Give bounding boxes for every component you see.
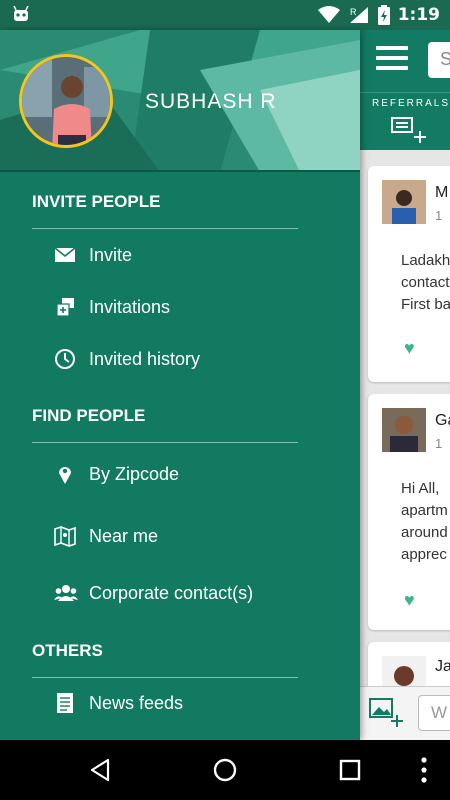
- location-pin-icon: [59, 467, 71, 484]
- avatar: [382, 408, 426, 452]
- search-input[interactable]: S: [428, 42, 450, 78]
- feed-post[interactable]: M 1 Ladakh contact First ba ♥: [368, 166, 450, 382]
- post-meta: 1: [435, 208, 443, 223]
- post-text: Hi All, apartm around apprec: [401, 480, 448, 563]
- hamburger-menu-icon[interactable]: [376, 46, 408, 74]
- menu-item-label: Invite: [89, 245, 133, 265]
- svg-text:R: R: [350, 7, 357, 17]
- menu-item-invited-history[interactable]: Invited history: [32, 338, 298, 382]
- section-title-invite-people: INVITE PEOPLE: [32, 192, 161, 211]
- referrals-label: REFERRALS: [372, 98, 450, 109]
- avatar[interactable]: [19, 54, 113, 148]
- back-icon[interactable]: [88, 758, 112, 782]
- battery-charging-icon: [377, 5, 390, 25]
- referrals-tab[interactable]: REFERRALS: [360, 92, 450, 150]
- clock-time: 1:19: [397, 5, 440, 25]
- navigation-drawer: SUBHASH R INVITE PEOPLE Invite Invitatio…: [0, 30, 360, 740]
- android-debug-icon: [13, 6, 29, 21]
- post-input[interactable]: W: [418, 695, 450, 731]
- section-divider: [32, 677, 298, 678]
- post-text: Ladakh contact First ba: [401, 252, 450, 313]
- heart-icon[interactable]: ♥: [404, 590, 415, 611]
- menu-item-label: Invitations: [89, 297, 171, 317]
- menu-item-news-feeds[interactable]: News feeds: [32, 682, 298, 726]
- menu-item-label: Corporate contact(s): [89, 583, 254, 603]
- map-icon: [54, 526, 76, 547]
- heart-icon[interactable]: ♥: [404, 338, 415, 359]
- feed-post[interactable]: Ga 1 Hi All, apartm around apprec ♥: [368, 394, 450, 630]
- document-icon: [57, 693, 73, 713]
- group-icon: [54, 585, 78, 601]
- more-options-icon[interactable]: [419, 756, 429, 784]
- post-composer: W: [360, 686, 450, 740]
- clock-icon: [55, 349, 75, 369]
- menu-item-label: News feeds: [89, 693, 184, 713]
- user-name: SUBHASH R: [145, 90, 277, 113]
- menu-item-invitations[interactable]: Invitations: [32, 286, 298, 330]
- referrals-icon: [391, 117, 426, 143]
- app-toolbar: S: [360, 30, 450, 92]
- post-meta: 1: [435, 436, 443, 451]
- menu-item-label: Invited history: [89, 349, 201, 369]
- menu-item-near-me[interactable]: Near me: [32, 515, 298, 559]
- menu-item-invite[interactable]: Invite: [32, 234, 298, 278]
- menu-item-by-zipcode[interactable]: By Zipcode: [32, 453, 298, 497]
- post-author: Ja: [435, 658, 450, 675]
- home-icon[interactable]: [212, 757, 238, 783]
- wifi-icon: [317, 6, 340, 23]
- system-navigation-bar: [0, 740, 450, 800]
- signal-icon: R: [349, 7, 368, 23]
- menu-item-label: Near me: [89, 526, 159, 546]
- envelope-icon: [54, 247, 76, 262]
- add-image-icon[interactable]: [368, 695, 404, 729]
- menu-item-corporate-contacts[interactable]: Corporate contact(s): [32, 572, 298, 616]
- menu-item-label: By Zipcode: [89, 464, 180, 484]
- invitations-icon: [56, 298, 74, 317]
- section-title-find-people: FIND PEOPLE: [32, 406, 146, 425]
- section-title-others: OTHERS: [32, 641, 103, 660]
- drawer-header: SUBHASH R: [0, 30, 360, 172]
- post-author: M: [435, 184, 449, 201]
- section-divider: [32, 228, 298, 229]
- avatar: [382, 180, 426, 224]
- status-bar: R 1:19: [0, 0, 450, 30]
- post-author: Ga: [435, 412, 450, 429]
- section-divider: [32, 442, 298, 443]
- recent-apps-icon[interactable]: [339, 759, 361, 781]
- background-feed-screen: S REFERRALS M 1 Ladakh contact First ba …: [360, 30, 450, 740]
